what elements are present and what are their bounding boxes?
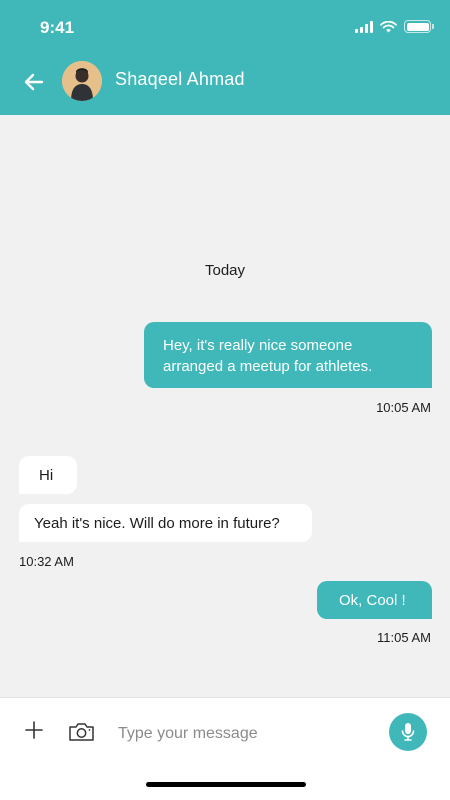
message-timestamp: 10:32 AM — [19, 554, 74, 569]
message-text: Yeah it's nice. Will do more in future? — [34, 515, 280, 532]
message-bubble-incoming[interactable]: Yeah it's nice. Will do more in future? — [19, 504, 312, 542]
message-text: Ok, Cool ! — [339, 592, 406, 609]
message-timestamp: 11:05 AM — [377, 630, 431, 645]
home-indicator[interactable] — [146, 782, 306, 787]
mic-button[interactable] — [389, 713, 427, 751]
signal-icon — [355, 20, 373, 33]
status-icons — [355, 20, 434, 33]
message-timestamp: 10:05 AM — [376, 400, 431, 415]
arrow-left-icon[interactable] — [22, 70, 46, 94]
message-input[interactable] — [118, 720, 368, 748]
message-bubble-outgoing[interactable]: Hey, it's really nice someone arranged a… — [144, 322, 432, 388]
chat-header: 9:41 Shaqeel Ahmad — [0, 0, 450, 115]
status-time: 9:41 — [40, 18, 75, 37]
plus-icon[interactable] — [24, 720, 44, 740]
microphone-icon — [401, 723, 415, 741]
camera-icon[interactable] — [68, 722, 95, 742]
avatar-image — [62, 61, 102, 101]
message-bubble-incoming[interactable]: Hi — [19, 456, 77, 494]
date-divider: Today — [204, 262, 246, 279]
avatar[interactable] — [62, 61, 102, 101]
message-text: Hey, it's really nice someone arranged a… — [163, 337, 373, 375]
message-bubble-outgoing[interactable]: Ok, Cool ! — [317, 581, 432, 619]
wifi-icon — [380, 20, 397, 32]
message-text: Hi — [39, 467, 54, 484]
battery-icon — [404, 20, 434, 33]
contact-name[interactable]: Shaqeel Ahmad — [115, 69, 245, 90]
